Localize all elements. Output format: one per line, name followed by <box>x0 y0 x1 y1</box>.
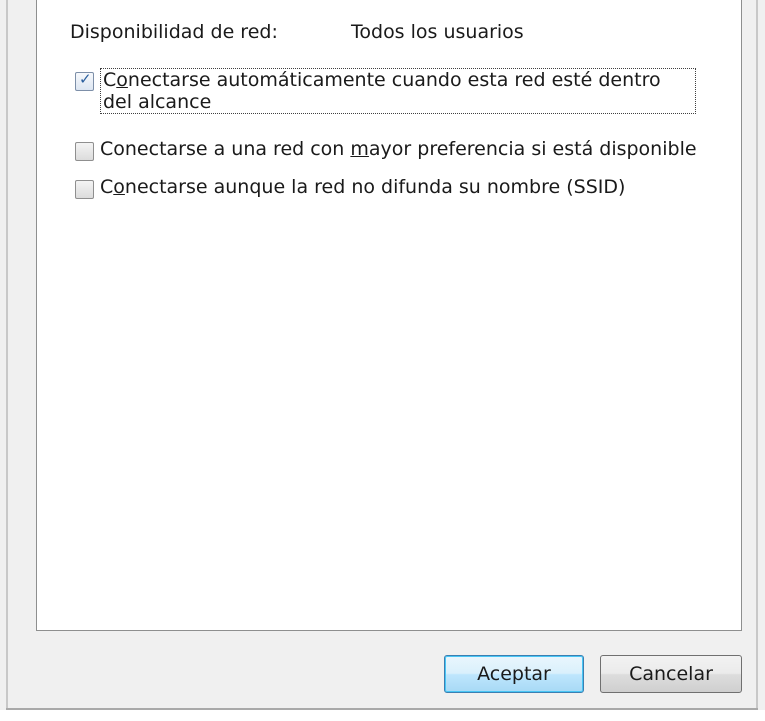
dialog-window: Disponibilidad de red: Todos los usuario… <box>0 0 765 721</box>
hidden-ssid-label[interactable]: Conectarse aunque la red no difunda su n… <box>100 176 625 198</box>
window-right-border <box>756 0 758 710</box>
auto-connect-option[interactable]: ✓ Conectarse automáticamente cuando esta… <box>75 68 696 114</box>
accept-button[interactable]: Aceptar <box>444 655 584 693</box>
prefer-network-checkbox[interactable] <box>75 142 94 161</box>
window-left-border <box>6 0 8 710</box>
auto-connect-label[interactable]: Conectarse automáticamente cuando esta r… <box>100 68 696 114</box>
hidden-ssid-option[interactable]: Conectarse aunque la red no difunda su n… <box>75 176 625 199</box>
window-bottom-background <box>0 710 765 721</box>
prefer-network-label[interactable]: Conectarse a una red con mayor preferenc… <box>100 138 697 160</box>
network-availability-label: Disponibilidad de red: <box>70 21 278 43</box>
network-availability-value: Todos los usuarios <box>351 21 524 43</box>
cancel-button[interactable]: Cancelar <box>600 655 742 693</box>
prefer-network-option[interactable]: Conectarse a una red con mayor preferenc… <box>75 138 697 161</box>
hidden-ssid-checkbox[interactable] <box>75 180 94 199</box>
checkmark-icon: ✓ <box>79 70 92 88</box>
auto-connect-checkbox[interactable]: ✓ <box>75 70 94 91</box>
